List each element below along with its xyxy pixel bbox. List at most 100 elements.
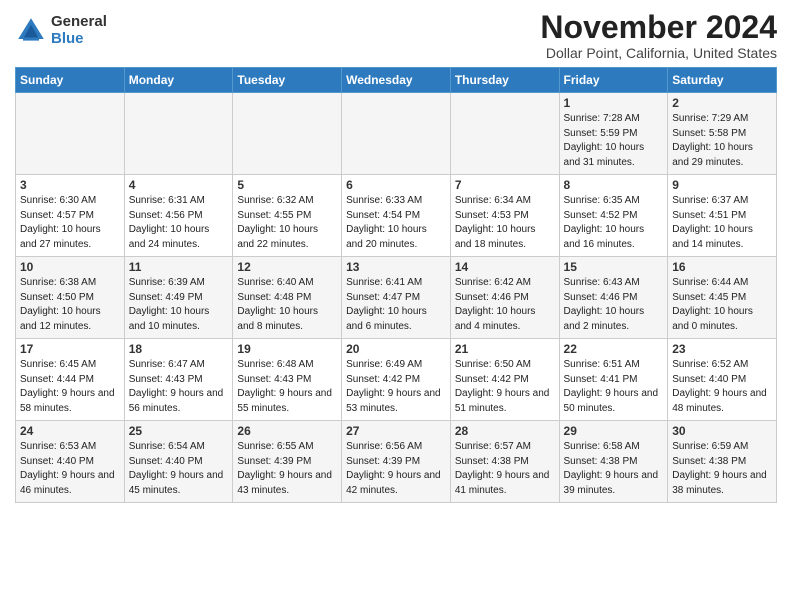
logo-blue: Blue xyxy=(51,31,107,48)
day-info: Sunrise: 6:40 AM Sunset: 4:48 PM Dayligh… xyxy=(237,276,337,334)
header: General Blue November 2024 Dollar Point,… xyxy=(15,10,777,61)
header-cell-saturday: Saturday xyxy=(668,68,777,93)
day-number: 10 xyxy=(20,260,120,274)
week-row-3: 10 Sunrise: 6:38 AM Sunset: 4:50 PM Dayli… xyxy=(16,257,777,339)
logo: General Blue xyxy=(15,14,107,47)
header-cell-tuesday: Tuesday xyxy=(233,68,342,93)
day-number: 29 xyxy=(564,424,664,438)
month-title: November 2024 xyxy=(540,10,777,45)
day-cell: 12 Sunrise: 6:40 AM Sunset: 4:48 PM Dayli… xyxy=(233,257,342,339)
day-cell: 19 Sunrise: 6:48 AM Sunset: 4:43 PM Dayli… xyxy=(233,339,342,421)
day-number: 5 xyxy=(237,178,337,192)
day-info: Sunrise: 6:30 AM Sunset: 4:57 PM Dayligh… xyxy=(20,194,120,252)
day-info: Sunrise: 6:55 AM Sunset: 4:39 PM Dayligh… xyxy=(237,440,337,498)
day-number: 27 xyxy=(346,424,446,438)
day-number: 21 xyxy=(455,342,555,356)
day-cell: 9 Sunrise: 6:37 AM Sunset: 4:51 PM Daylig… xyxy=(668,175,777,257)
day-info: Sunrise: 6:53 AM Sunset: 4:40 PM Dayligh… xyxy=(20,440,120,498)
logo-general: General xyxy=(51,14,107,31)
day-number: 25 xyxy=(129,424,229,438)
day-info: Sunrise: 6:48 AM Sunset: 4:43 PM Dayligh… xyxy=(237,358,337,416)
week-row-2: 3 Sunrise: 6:30 AM Sunset: 4:57 PM Daylig… xyxy=(16,175,777,257)
day-cell: 14Sunrise: 6:42 AM Sunset: 4:46 PM Dayli… xyxy=(450,257,559,339)
day-number: 8 xyxy=(564,178,664,192)
day-number: 24 xyxy=(20,424,120,438)
day-cell: 26 Sunrise: 6:55 AM Sunset: 4:39 PM Dayli… xyxy=(233,421,342,503)
day-info: Sunrise: 6:38 AM Sunset: 4:50 PM Dayligh… xyxy=(20,276,120,334)
day-info: Sunrise: 6:41 AM Sunset: 4:47 PM Dayligh… xyxy=(346,276,446,334)
day-number: 6 xyxy=(346,178,446,192)
day-info: Sunrise: 6:52 AM Sunset: 4:40 PM Dayligh… xyxy=(672,358,772,416)
day-cell: 1 Sunrise: 7:28 AM Sunset: 5:59 PM Daylig… xyxy=(559,93,668,175)
day-cell: 18Sunrise: 6:47 AM Sunset: 4:43 PM Dayli… xyxy=(124,339,233,421)
week-row-5: 24 Sunrise: 6:53 AM Sunset: 4:40 PM Dayli… xyxy=(16,421,777,503)
day-number: 30 xyxy=(672,424,772,438)
day-number: 3 xyxy=(20,178,120,192)
day-cell: 28Sunrise: 6:57 AM Sunset: 4:38 PM Dayli… xyxy=(450,421,559,503)
day-info: Sunrise: 6:37 AM Sunset: 4:51 PM Dayligh… xyxy=(672,194,772,252)
day-cell xyxy=(450,93,559,175)
title-block: November 2024 Dollar Point, California, … xyxy=(540,10,777,61)
day-info: Sunrise: 6:35 AM Sunset: 4:52 PM Dayligh… xyxy=(564,194,664,252)
day-number: 15 xyxy=(564,260,664,274)
day-cell: 4 Sunrise: 6:31 AM Sunset: 4:56 PM Daylig… xyxy=(124,175,233,257)
header-cell-friday: Friday xyxy=(559,68,668,93)
day-cell: 15 Sunrise: 6:43 AM Sunset: 4:46 PM Dayli… xyxy=(559,257,668,339)
day-cell: 6Sunrise: 6:33 AM Sunset: 4:54 PM Daylig… xyxy=(342,175,451,257)
day-info: Sunrise: 6:51 AM Sunset: 4:41 PM Dayligh… xyxy=(564,358,664,416)
day-info: Sunrise: 6:56 AM Sunset: 4:39 PM Dayligh… xyxy=(346,440,446,498)
day-number: 23 xyxy=(672,342,772,356)
day-info: Sunrise: 6:59 AM Sunset: 4:38 PM Dayligh… xyxy=(672,440,772,498)
day-info: Sunrise: 7:29 AM Sunset: 5:58 PM Dayligh… xyxy=(672,112,772,170)
day-number: 9 xyxy=(672,178,772,192)
header-cell-monday: Monday xyxy=(124,68,233,93)
day-number: 18 xyxy=(129,342,229,356)
day-cell: 20Sunrise: 6:49 AM Sunset: 4:42 PM Dayli… xyxy=(342,339,451,421)
day-number: 14 xyxy=(455,260,555,274)
day-cell: 3 Sunrise: 6:30 AM Sunset: 4:57 PM Daylig… xyxy=(16,175,125,257)
day-cell: 27 Sunrise: 6:56 AM Sunset: 4:39 PM Dayli… xyxy=(342,421,451,503)
day-cell: 10 Sunrise: 6:38 AM Sunset: 4:50 PM Dayli… xyxy=(16,257,125,339)
day-cell: 17 Sunrise: 6:45 AM Sunset: 4:44 PM Dayli… xyxy=(16,339,125,421)
day-number: 22 xyxy=(564,342,664,356)
day-cell: 22 Sunrise: 6:51 AM Sunset: 4:41 PM Dayli… xyxy=(559,339,668,421)
day-number: 13 xyxy=(346,260,446,274)
day-cell: 11Sunrise: 6:39 AM Sunset: 4:49 PM Dayli… xyxy=(124,257,233,339)
calendar-table: SundayMondayTuesdayWednesdayThursdayFrid… xyxy=(15,67,777,503)
week-row-4: 17 Sunrise: 6:45 AM Sunset: 4:44 PM Dayli… xyxy=(16,339,777,421)
day-cell: 24 Sunrise: 6:53 AM Sunset: 4:40 PM Dayli… xyxy=(16,421,125,503)
day-number: 12 xyxy=(237,260,337,274)
day-number: 7 xyxy=(455,178,555,192)
day-cell xyxy=(233,93,342,175)
page: General Blue November 2024 Dollar Point,… xyxy=(0,0,792,612)
day-cell: 7 Sunrise: 6:34 AM Sunset: 4:53 PM Daylig… xyxy=(450,175,559,257)
day-number: 4 xyxy=(129,178,229,192)
day-info: Sunrise: 6:57 AM Sunset: 4:38 PM Dayligh… xyxy=(455,440,555,498)
location: Dollar Point, California, United States xyxy=(540,45,777,61)
day-cell: 25 Sunrise: 6:54 AM Sunset: 4:40 PM Dayli… xyxy=(124,421,233,503)
day-number: 26 xyxy=(237,424,337,438)
day-info: Sunrise: 6:32 AM Sunset: 4:55 PM Dayligh… xyxy=(237,194,337,252)
day-cell: 2Sunrise: 7:29 AM Sunset: 5:58 PM Daylig… xyxy=(668,93,777,175)
day-number: 19 xyxy=(237,342,337,356)
day-number: 1 xyxy=(564,96,664,110)
day-info: Sunrise: 6:34 AM Sunset: 4:53 PM Dayligh… xyxy=(455,194,555,252)
day-info: Sunrise: 7:28 AM Sunset: 5:59 PM Dayligh… xyxy=(564,112,664,170)
day-cell xyxy=(342,93,451,175)
day-cell: 23 Sunrise: 6:52 AM Sunset: 4:40 PM Dayli… xyxy=(668,339,777,421)
day-cell xyxy=(124,93,233,175)
day-info: Sunrise: 6:45 AM Sunset: 4:44 PM Dayligh… xyxy=(20,358,120,416)
logo-text: General Blue xyxy=(51,14,107,47)
day-info: Sunrise: 6:43 AM Sunset: 4:46 PM Dayligh… xyxy=(564,276,664,334)
day-cell: 8 Sunrise: 6:35 AM Sunset: 4:52 PM Daylig… xyxy=(559,175,668,257)
day-info: Sunrise: 6:31 AM Sunset: 4:56 PM Dayligh… xyxy=(129,194,229,252)
day-info: Sunrise: 6:58 AM Sunset: 4:38 PM Dayligh… xyxy=(564,440,664,498)
header-row: SundayMondayTuesdayWednesdayThursdayFrid… xyxy=(16,68,777,93)
day-info: Sunrise: 6:49 AM Sunset: 4:42 PM Dayligh… xyxy=(346,358,446,416)
day-cell: 21Sunrise: 6:50 AM Sunset: 4:42 PM Dayli… xyxy=(450,339,559,421)
day-cell: 16Sunrise: 6:44 AM Sunset: 4:45 PM Dayli… xyxy=(668,257,777,339)
day-info: Sunrise: 6:54 AM Sunset: 4:40 PM Dayligh… xyxy=(129,440,229,498)
day-number: 17 xyxy=(20,342,120,356)
day-cell: 13 Sunrise: 6:41 AM Sunset: 4:47 PM Dayli… xyxy=(342,257,451,339)
header-cell-wednesday: Wednesday xyxy=(342,68,451,93)
